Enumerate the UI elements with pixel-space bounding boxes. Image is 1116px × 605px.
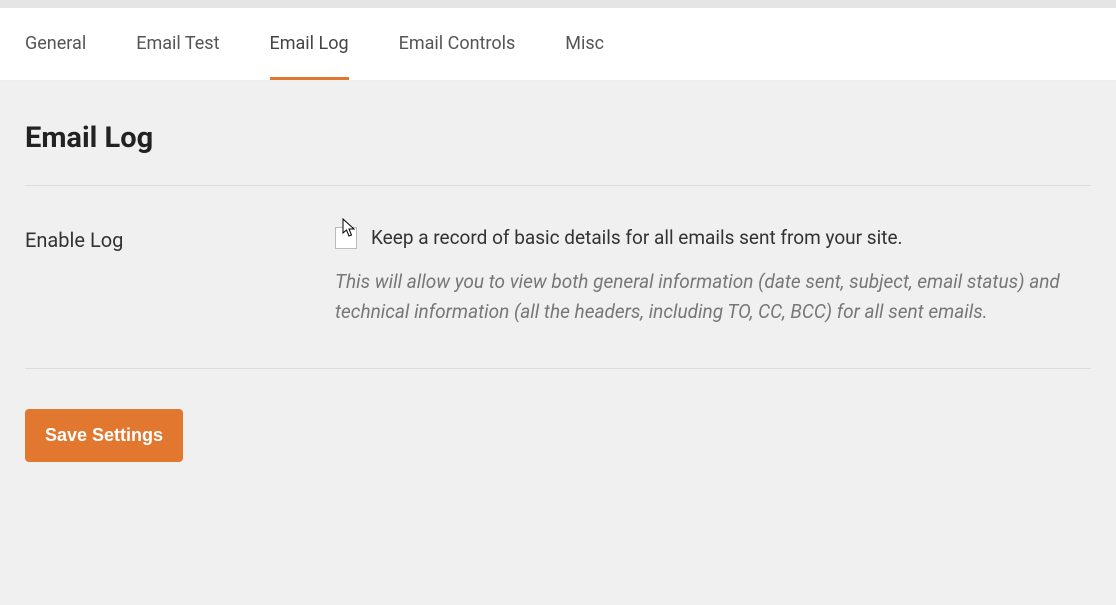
setting-control: Keep a record of basic details for all e… <box>335 226 1091 328</box>
checkbox-row: Keep a record of basic details for all e… <box>335 226 1091 249</box>
tab-email-test[interactable]: Email Test <box>136 8 219 80</box>
enable-log-checkbox[interactable] <box>335 227 357 249</box>
page-title: Email Log <box>25 121 1091 155</box>
tab-email-controls[interactable]: Email Controls <box>399 8 516 80</box>
content-area: Email Log Enable Log Keep a record of ba… <box>0 81 1116 487</box>
setting-description: This will allow you to view both general… <box>335 267 1091 328</box>
setting-label-enable-log: Enable Log <box>25 226 335 328</box>
button-row: Save Settings <box>25 409 1091 462</box>
tab-misc[interactable]: Misc <box>565 8 604 80</box>
top-bar <box>0 0 1116 8</box>
tab-general[interactable]: General <box>25 8 86 80</box>
save-settings-button[interactable]: Save Settings <box>25 409 183 462</box>
tab-email-log[interactable]: Email Log <box>270 8 349 80</box>
enable-log-checkbox-label: Keep a record of basic details for all e… <box>371 226 903 249</box>
setting-enable-log: Enable Log Keep a record of basic detail… <box>25 185 1091 369</box>
tab-navigation: General Email Test Email Log Email Contr… <box>0 8 1116 81</box>
